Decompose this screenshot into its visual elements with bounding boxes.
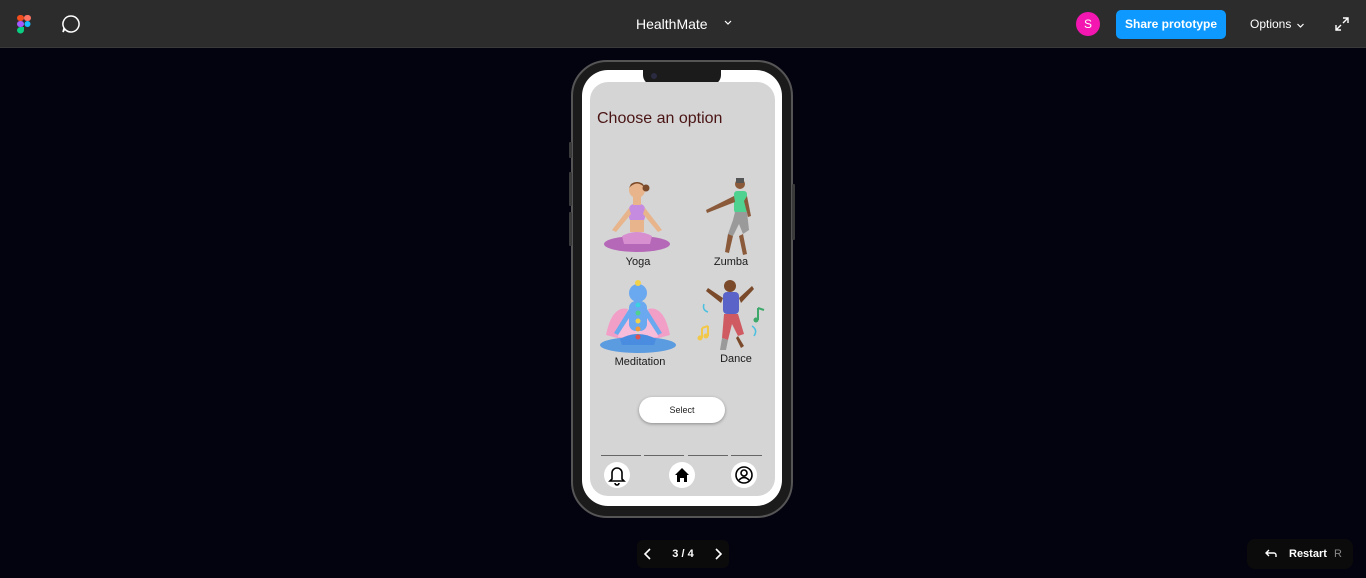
nav-divider [601, 455, 641, 456]
expand-icon[interactable] [1334, 16, 1350, 32]
figma-logo-icon[interactable] [17, 15, 31, 34]
page-title: Choose an option [597, 110, 723, 127]
nav-divider [688, 455, 728, 456]
avatar[interactable]: S [1076, 12, 1100, 36]
yoga-figure[interactable] [600, 178, 672, 254]
file-title[interactable]: HealthMate [636, 16, 708, 32]
phone-side-button [569, 212, 572, 246]
nav-home-button[interactable] [669, 462, 695, 488]
restart-shortcut: R [1334, 548, 1342, 560]
chevron-right-icon[interactable] [711, 546, 725, 562]
comment-icon[interactable] [61, 14, 81, 34]
zumba-figure[interactable] [703, 176, 755, 256]
camera-icon [651, 73, 657, 79]
toolbar: HealthMate S Share prototype Options [0, 0, 1366, 48]
options-button[interactable]: Options [1250, 17, 1291, 31]
phone-side-button [569, 142, 572, 158]
option-label-zumba: Zumba [713, 256, 749, 268]
nav-divider [644, 455, 684, 456]
option-label-dance: Dance [720, 353, 752, 365]
phone-side-button [792, 184, 795, 240]
phone-side-button [569, 172, 572, 206]
option-label-yoga: Yoga [625, 256, 651, 268]
restart-arrow-icon[interactable] [1264, 547, 1278, 561]
meditation-figure[interactable] [598, 275, 678, 355]
chevron-left-icon[interactable] [641, 546, 655, 562]
nav-profile-button[interactable] [731, 462, 757, 488]
option-label-meditation: Meditation [614, 356, 666, 368]
select-button[interactable]: Select [639, 397, 725, 423]
page-counter: 3 / 4 [672, 548, 694, 560]
nav-notifications-button[interactable] [604, 462, 630, 488]
bell-icon [608, 467, 626, 486]
chevron-down-icon[interactable] [723, 17, 733, 27]
home-icon [675, 468, 689, 482]
user-circle-icon [735, 466, 753, 484]
chevron-down-icon[interactable] [1296, 21, 1305, 30]
restart-label[interactable]: Restart [1289, 548, 1327, 560]
share-prototype-button[interactable]: Share prototype [1116, 10, 1226, 39]
nav-divider [731, 455, 762, 456]
dance-figure[interactable] [696, 278, 766, 352]
